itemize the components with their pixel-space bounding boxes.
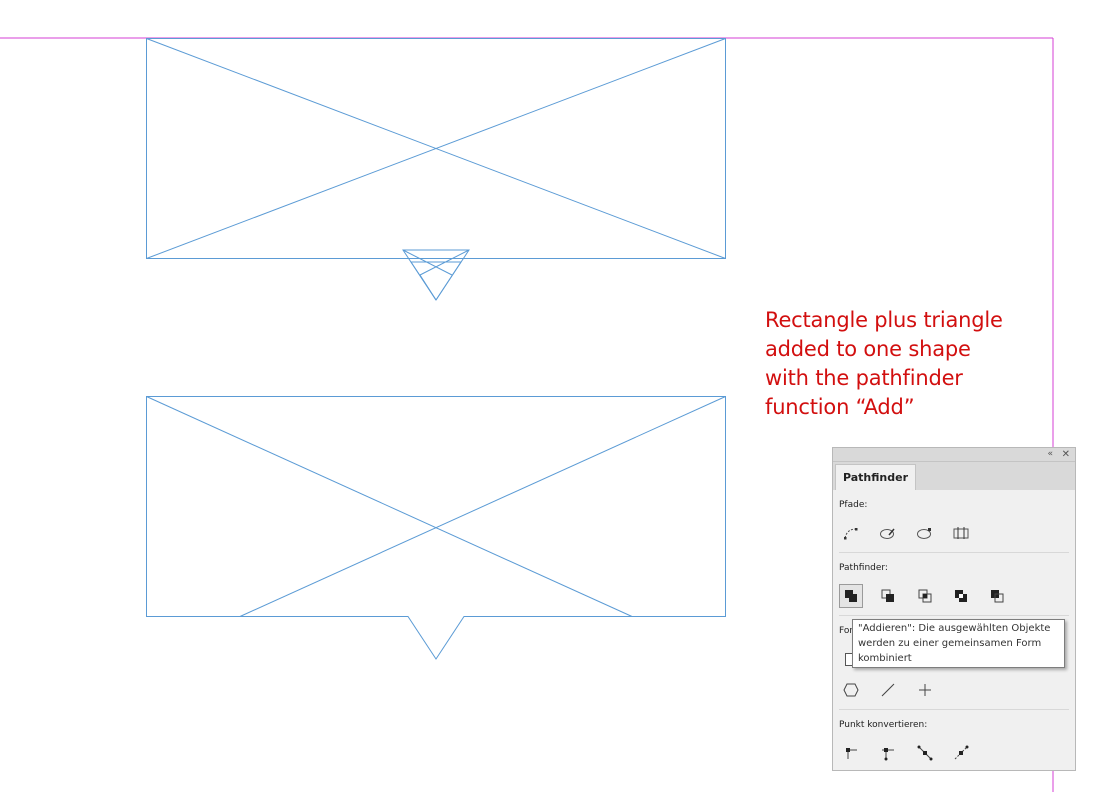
pathfinder-section-label: Pathfinder:: [839, 563, 888, 573]
tab-row: Pathfinder: [833, 462, 1075, 490]
corner-point-icon[interactable]: [876, 741, 900, 765]
join-path-icon[interactable]: [839, 521, 863, 545]
tooltip-line: werden zu einer gemeinsamen Form: [858, 638, 1042, 649]
top-triangle-frame[interactable]: [402, 249, 470, 301]
line-shape-icon[interactable]: [876, 678, 900, 702]
symmetric-point-icon[interactable]: [949, 741, 973, 765]
tooltip-line: kombiniert: [858, 653, 912, 664]
plain-point-icon[interactable]: [839, 741, 863, 765]
separator: [839, 709, 1069, 710]
annotation-line: with the pathfinder: [765, 366, 963, 390]
combined-shape-frame[interactable]: [146, 396, 726, 660]
collapse-icon[interactable]: «: [1047, 448, 1053, 461]
panel-titlebar[interactable]: « ✕: [833, 448, 1075, 462]
exclude-overlap-button[interactable]: [949, 584, 973, 608]
orthogonal-line-icon[interactable]: [913, 678, 937, 702]
shape-section-label-partial: For: [839, 626, 854, 636]
tab-pathfinder[interactable]: Pathfinder: [835, 464, 916, 490]
pathfinder-panel: « ✕ Pathfinder Pfade: Pathfinder: Punkt …: [832, 447, 1076, 771]
annotation-line: Rectangle plus triangle: [765, 308, 1003, 332]
intersect-shapes-button[interactable]: [913, 584, 937, 608]
tooltip-line: "Addieren": Die ausgewählten Objekte: [858, 623, 1051, 634]
close-icon[interactable]: ✕: [1062, 448, 1070, 461]
reverse-path-icon[interactable]: [949, 521, 973, 545]
annotation-line: added to one shape: [765, 337, 971, 361]
close-path-icon[interactable]: [913, 521, 937, 545]
add-tooltip: "Addieren": Die ausgewählten Objekte wer…: [852, 619, 1065, 668]
annotation-text: Rectangle plus triangle added to one sha…: [765, 306, 1003, 422]
paths-section-label: Pfade:: [839, 500, 868, 510]
annotation-line: function “Add”: [765, 395, 915, 419]
separator: [839, 615, 1069, 616]
minus-back-button[interactable]: [985, 584, 1009, 608]
polygon-shape-icon[interactable]: [839, 678, 863, 702]
subtract-shapes-button[interactable]: [876, 584, 900, 608]
smooth-point-icon[interactable]: [913, 741, 937, 765]
add-shapes-button[interactable]: [839, 584, 863, 608]
separator: [839, 552, 1069, 553]
open-path-icon[interactable]: [876, 521, 900, 545]
top-rectangle-frame[interactable]: [146, 38, 726, 259]
convert-point-section-label: Punkt konvertieren:: [839, 720, 928, 730]
